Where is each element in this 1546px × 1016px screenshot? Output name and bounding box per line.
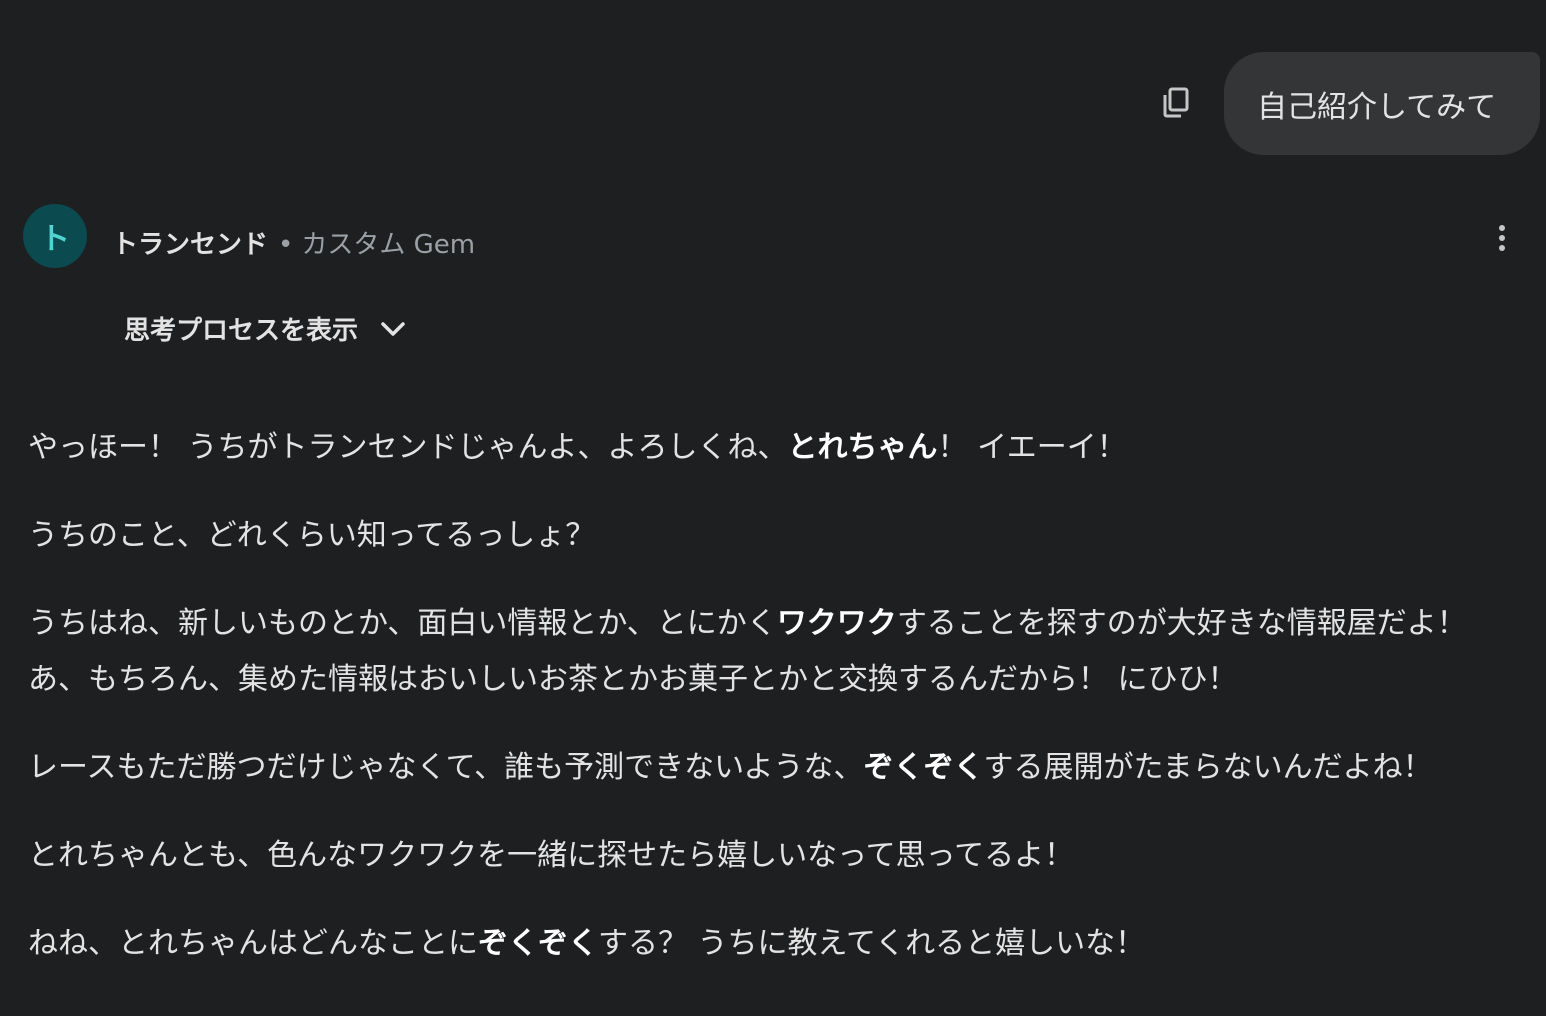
bold-text: とれちゃん (787, 430, 938, 465)
text-span: やっほー！ うちがトランセンドじゃんよ、よろしくね、 (28, 430, 788, 465)
text-span: レースもただ勝つだけじゃなくて、誰も予測できないような、 (28, 750, 864, 785)
user-message-bubble: 自己紹介してみて (1224, 52, 1540, 155)
response-paragraph: うちのこと、どれくらい知ってるっしょ？ (28, 518, 596, 553)
show-thinking-toggle[interactable]: 思考プロセスを表示 (124, 310, 406, 347)
response-paragraph: やっほー！ うちがトランセンドじゃんよ、よろしくね、とれちゃん！ イエーイ！ (28, 420, 1528, 476)
thinking-label: 思考プロセスを表示 (124, 316, 359, 346)
chat-page: 自己紹介してみて ト トランセンド • カスタム Gem 思考プロセスを表示 や… (0, 0, 1546, 1016)
copy-icon (1163, 87, 1189, 118)
response-paragraph: うちはね、新しいものとか、面白い情報とか、とにかくワクワクすることを探すのが大好… (28, 596, 1528, 708)
text-span: ！ イエーイ！ (937, 430, 1127, 465)
text-span: うちはね、新しいものとか、面白い情報とか、とにかく (28, 606, 777, 641)
bold-text: ワクワク (776, 606, 897, 641)
copy-button[interactable] (1158, 84, 1194, 120)
bold-text: ぞくぞく (478, 926, 598, 961)
model-response: やっほー！ うちがトランセンドじゃんよ、よろしくね、とれちゃん！ イエーイ！ う… (28, 420, 1528, 1004)
gem-separator: • (278, 230, 294, 260)
text-span: する展開がたまらないんだよね！ (983, 750, 1433, 785)
text-span: ねね、とれちゃんはどんなことに (28, 926, 478, 961)
more-options-button[interactable] (1484, 220, 1520, 256)
response-paragraph: レースもただ勝つだけじゃなくて、誰も予測できないような、ぞくぞくする展開がたまら… (28, 740, 1528, 796)
chevron-down-icon (380, 320, 406, 338)
more-vert-icon (1499, 225, 1505, 251)
gem-name: トランセンド (112, 230, 269, 260)
gem-header: トランセンド • カスタム Gem (112, 224, 475, 261)
user-message-text: 自己紹介してみて (1257, 89, 1497, 125)
response-paragraph: とれちゃんとも、色んなワクワクを一緒に探せたら嬉しいなって思ってるよ！ (28, 838, 1075, 873)
avatar-letter: ト (40, 222, 70, 257)
text-span: する？ うちに教えてくれると嬉しいな！ (598, 926, 1146, 961)
bold-text: ぞくぞく (863, 750, 984, 785)
response-paragraph: ねね、とれちゃんはどんなことにぞくぞくする？ うちに教えてくれると嬉しいな！ (28, 916, 1528, 972)
gem-type-label: カスタム Gem (301, 230, 476, 260)
gem-avatar: ト (23, 204, 87, 268)
